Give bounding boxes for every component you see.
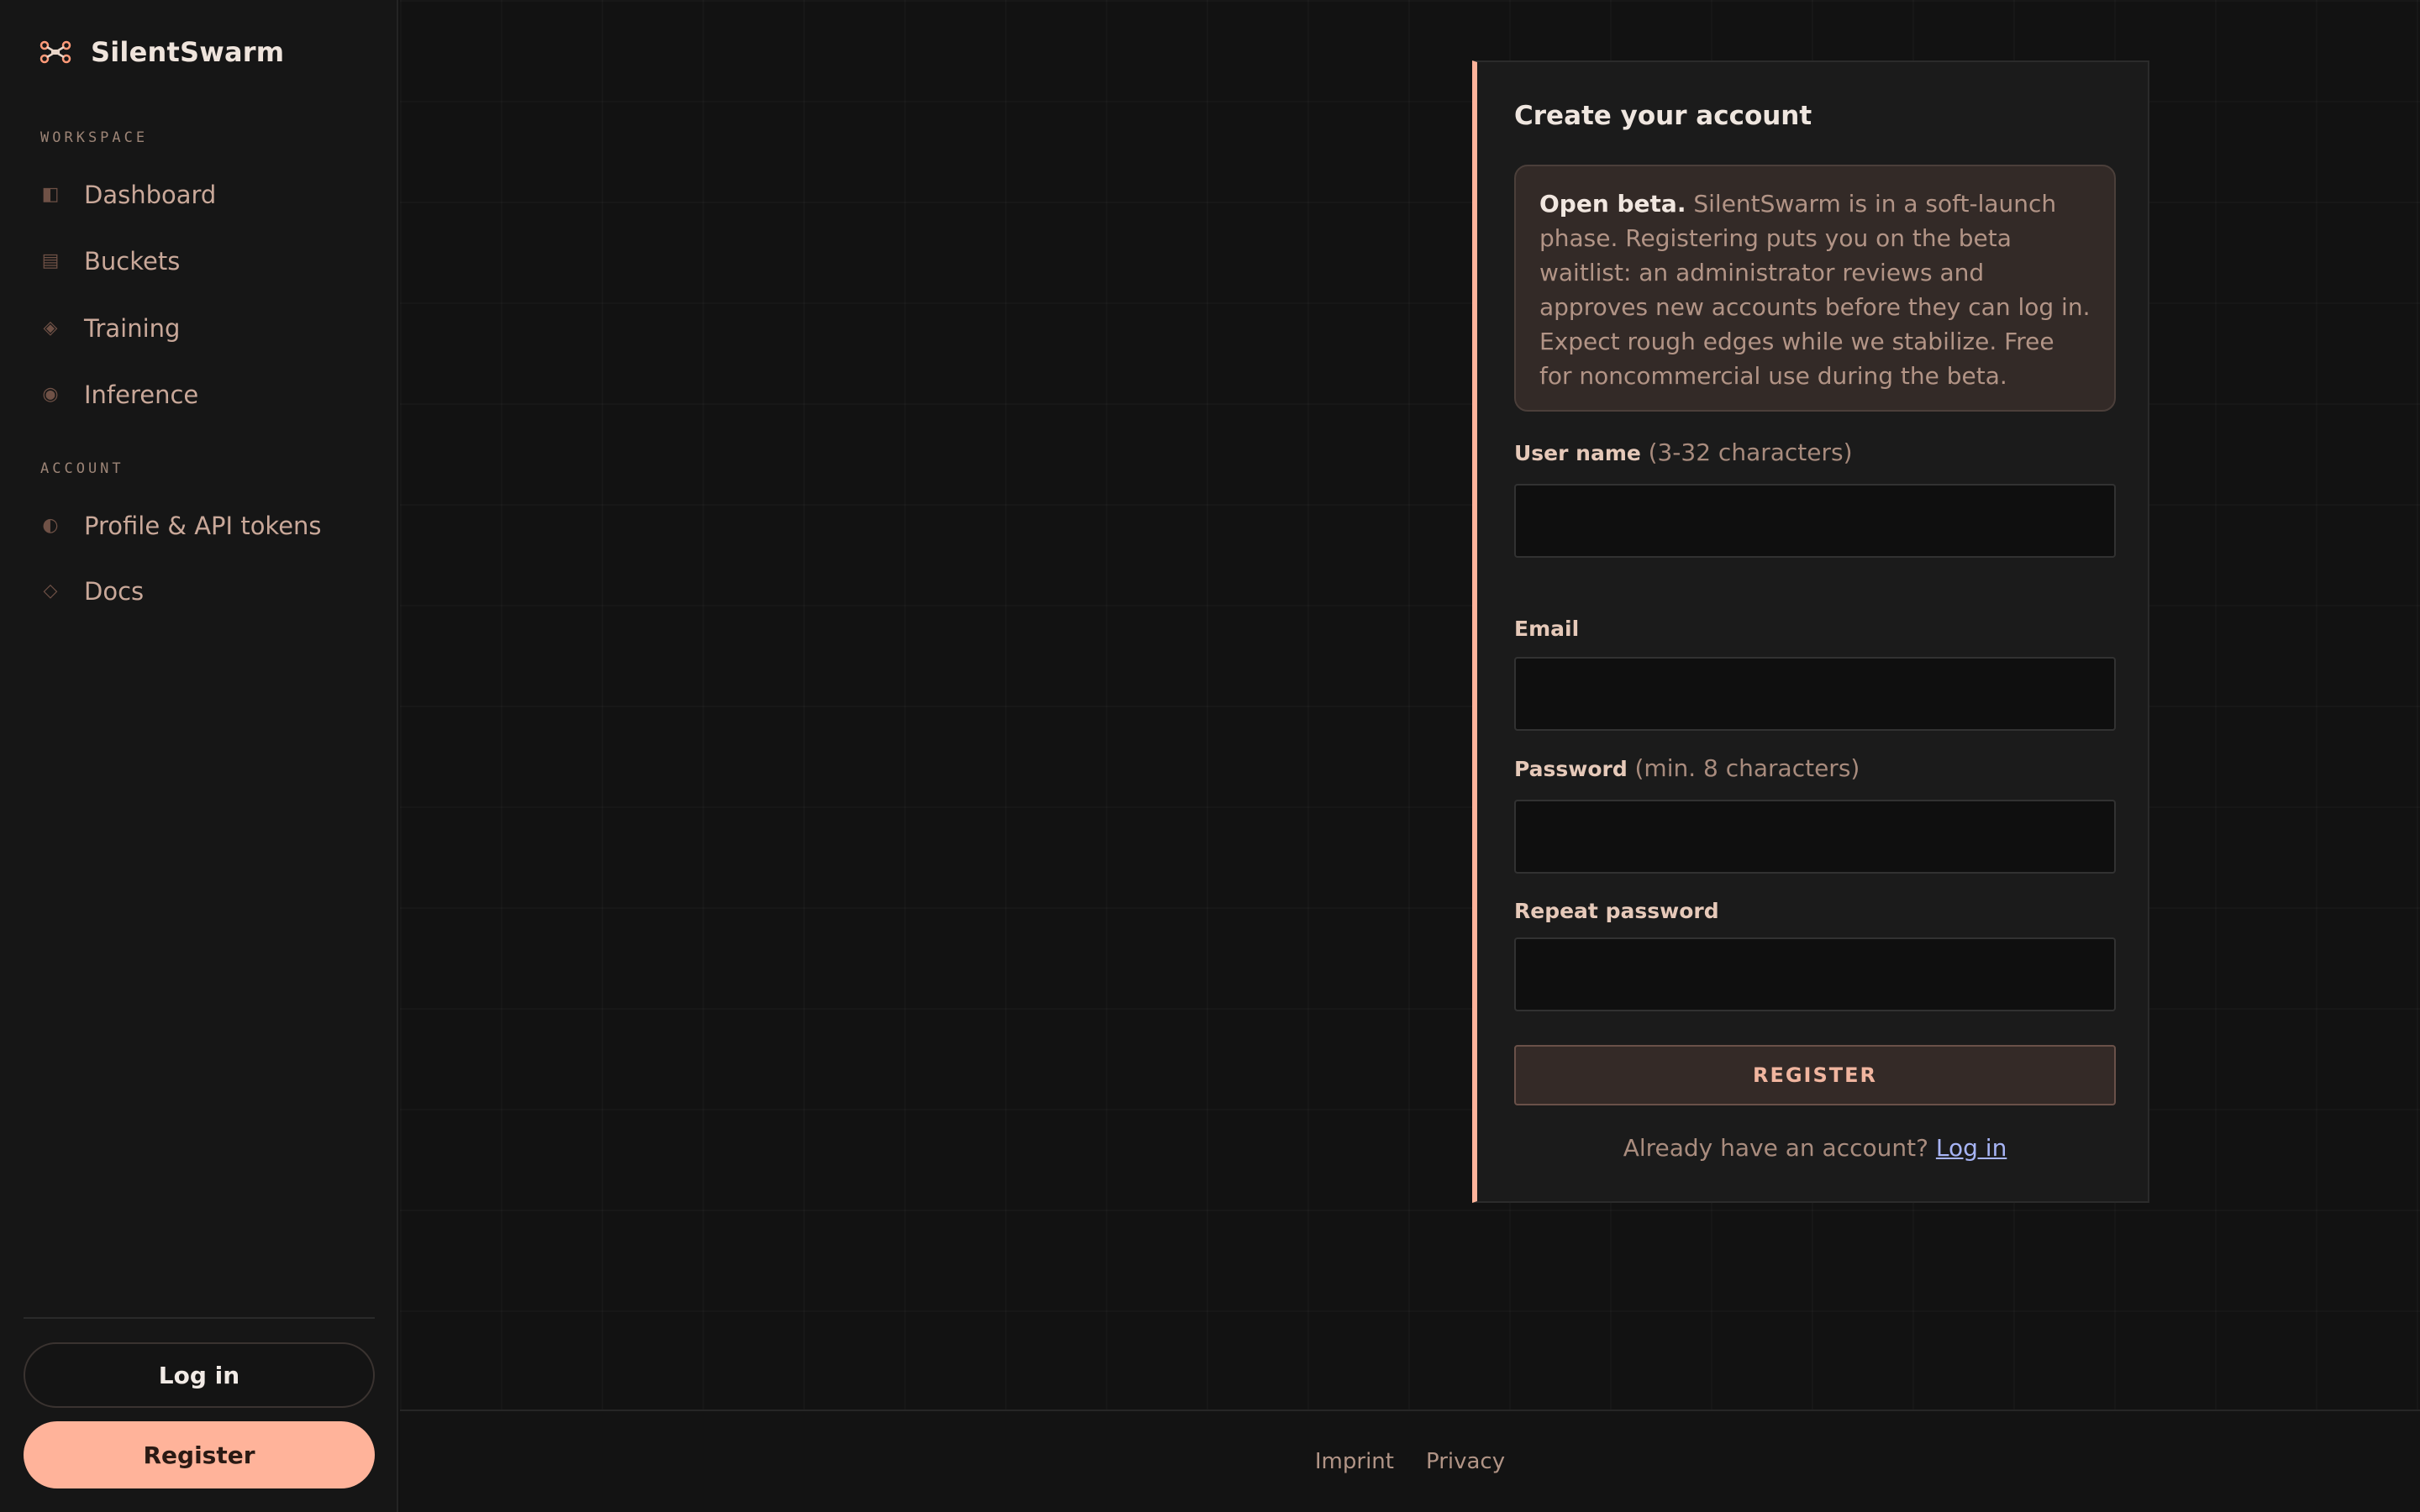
username-label-text: User name	[1514, 441, 1641, 465]
sidebar-item-dashboard[interactable]: ◧ Dashboard	[40, 175, 217, 215]
sidebar-item-profile[interactable]: ◐ Profile & API tokens	[40, 506, 322, 546]
repeat-password-field[interactable]	[1514, 937, 2116, 1011]
profile-icon: ◐	[42, 515, 59, 536]
sidebar-item-inference[interactable]: ◉ Inference	[40, 375, 198, 415]
sidebar-divider	[24, 1317, 375, 1319]
buckets-icon: ▤	[41, 250, 60, 271]
email-label: Email	[1514, 617, 1579, 641]
email-label-text: Email	[1514, 617, 1580, 641]
email-field[interactable]	[1514, 657, 2116, 731]
footer-link-privacy[interactable]: Privacy	[1426, 1449, 1505, 1474]
repeat-password-label: Repeat password	[1514, 899, 1719, 923]
docs-icon: ◇	[43, 580, 58, 601]
workspace-section-label: WORKSPACE	[40, 129, 149, 146]
footer-link-imprint[interactable]: Imprint	[1315, 1449, 1394, 1474]
password-hint: (min. 8 characters)	[1634, 754, 1860, 782]
sidebar-item-label: Dashboard	[84, 181, 217, 209]
sidebar-register-button[interactable]: Register	[24, 1421, 375, 1488]
dashboard-icon: ◧	[41, 184, 60, 205]
password-label: Password (min. 8 characters)	[1514, 754, 1860, 782]
beta-notice-text: SilentSwarm is in a soft-launch phase. R…	[1539, 190, 2091, 390]
beta-notice: Open beta. SilentSwarm is in a soft-laun…	[1514, 165, 2116, 412]
beta-notice-title: Open beta.	[1539, 190, 1686, 218]
username-hint: (3-32 characters)	[1648, 438, 1853, 466]
main-content: Create your account Open beta. SilentSwa…	[400, 0, 2420, 1410]
drone-icon	[39, 40, 71, 64]
login-prompt-text: Already have an account?	[1623, 1134, 1928, 1162]
password-label-text: Password	[1514, 757, 1628, 781]
sidebar-item-label: Inference	[84, 381, 199, 409]
sidebar-item-docs[interactable]: ◇ Docs	[40, 571, 145, 612]
sidebar-item-label: Training	[84, 314, 181, 343]
register-button[interactable]: REGISTER	[1514, 1045, 2116, 1105]
sidebar-item-training[interactable]: ◈ Training	[40, 308, 181, 349]
sidebar: SilentSwarm WORKSPACE ◧ Dashboard ▤ Buck…	[0, 0, 398, 1512]
sidebar-item-label: Buckets	[84, 247, 181, 276]
sidebar-item-buckets[interactable]: ▤ Buckets	[40, 241, 181, 281]
sidebar-login-button[interactable]: Log in	[24, 1342, 375, 1408]
training-icon: ◈	[43, 318, 58, 339]
inference-icon: ◉	[42, 384, 59, 405]
repeat-password-label-text: Repeat password	[1514, 899, 1719, 923]
login-prompt: Already have an account? Log in	[1514, 1134, 2116, 1162]
register-card: Create your account Open beta. SilentSwa…	[1472, 60, 2149, 1203]
page-title: Create your account	[1514, 101, 1812, 131]
account-section-label: ACCOUNT	[40, 460, 124, 477]
app-name: SilentSwarm	[91, 36, 285, 68]
password-field[interactable]	[1514, 800, 2116, 874]
brand[interactable]: SilentSwarm	[39, 35, 284, 69]
username-input[interactable]	[1514, 484, 2116, 558]
login-link[interactable]: Log in	[1936, 1134, 2007, 1162]
username-label: User name (3-32 characters)	[1514, 438, 1853, 466]
footer: Imprint Privacy	[400, 1410, 2420, 1512]
sidebar-item-label: Docs	[84, 577, 145, 606]
sidebar-item-label: Profile & API tokens	[84, 512, 322, 540]
